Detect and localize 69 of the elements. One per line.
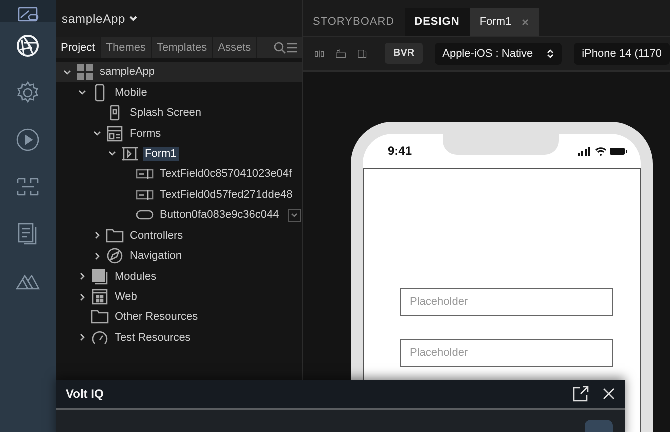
- signal-icon: [578, 146, 592, 156]
- grid-icon: [76, 63, 94, 82]
- grid-window-icon: [92, 289, 108, 306]
- settings-icon[interactable]: [16, 80, 40, 104]
- chevron-down-icon: [78, 88, 86, 98]
- folder-icon: [106, 228, 124, 243]
- status-time: 9:41: [388, 144, 412, 158]
- close-icon: [522, 18, 529, 26]
- search-icon: [274, 42, 286, 54]
- chevron-down-icon: [92, 129, 102, 138]
- tree-item[interactable]: Forms: [128, 126, 164, 141]
- chevron-right-icon: [92, 231, 102, 240]
- tree-item[interactable]: Test Resources: [113, 330, 193, 345]
- form-list-icon: [107, 126, 123, 142]
- editor-tab[interactable]: DESIGN: [404, 8, 470, 36]
- project-name[interactable]: sampleApp: [62, 12, 126, 26]
- play-icon[interactable]: [16, 128, 40, 152]
- compass-icon: [107, 248, 123, 264]
- panel-tab[interactable]: Project: [56, 37, 102, 58]
- menu-icon: [286, 42, 298, 54]
- dropdown-toggle[interactable]: [288, 208, 302, 222]
- folder-icon: [91, 310, 109, 324]
- chevron-down-icon: [291, 212, 298, 218]
- bvr-button[interactable]: BVR: [385, 43, 423, 64]
- up-down-chevron-icon: [547, 48, 554, 58]
- close-icon: [603, 388, 615, 400]
- aperture-icon[interactable]: [16, 34, 40, 58]
- chevron-right-icon: [78, 272, 86, 282]
- chevron-down-icon: [108, 149, 116, 158]
- tree-item[interactable]: sampleApp: [98, 65, 158, 80]
- platform-dropdown[interactable]: Apple-iOS : Native: [434, 42, 562, 64]
- device-dropdown[interactable]: iPhone 14 (1170: [574, 42, 670, 64]
- chevron-down-icon: [62, 68, 72, 77]
- editor-tab[interactable]: STORYBOARD: [303, 8, 405, 36]
- tree-item[interactable]: Navigation: [128, 249, 184, 264]
- tree-item[interactable]: Splash Screen: [128, 106, 204, 120]
- logo-icon: [16, 7, 40, 22]
- panel-tab[interactable]: Assets: [213, 37, 258, 58]
- chevron-right-icon: [92, 252, 102, 261]
- panel-tab[interactable]: Templates: [152, 37, 214, 58]
- text-field-icon: [136, 168, 154, 180]
- button-shape-icon: [136, 210, 154, 220]
- module-icon: [91, 268, 109, 286]
- tree-item[interactable]: TextField0c857041023e04f: [158, 167, 294, 182]
- tree-item[interactable]: Modules: [113, 270, 159, 284]
- gauge-icon: [91, 328, 109, 347]
- tree-item[interactable]: Button0fa083e9c36c044: [158, 208, 282, 222]
- tree-item[interactable]: Other Resources: [113, 310, 200, 324]
- file-tab[interactable]: Form1: [470, 8, 539, 36]
- phone-icon: [94, 84, 106, 102]
- tree-item[interactable]: Mobile: [113, 86, 150, 100]
- chevron-right-icon: [78, 292, 86, 302]
- panel-title: Volt IQ: [66, 387, 104, 401]
- file-tab-label[interactable]: Form1: [480, 16, 512, 28]
- chevron-down-icon: [128, 14, 138, 23]
- tree-item[interactable]: TextField0d57fed271dde48: [158, 188, 295, 202]
- external-link-icon: [573, 386, 589, 402]
- phone-icon: [109, 105, 121, 122]
- text-input[interactable]: Placeholder: [400, 288, 613, 316]
- tree-item[interactable]: Controllers: [128, 228, 186, 243]
- panel-tab[interactable]: Themes: [101, 37, 152, 58]
- battery-icon: [610, 146, 628, 156]
- text-field-icon: [136, 188, 154, 201]
- form-icon: [122, 146, 138, 162]
- text-input[interactable]: Placeholder: [400, 339, 613, 367]
- tree-item[interactable]: Web: [113, 290, 140, 304]
- chevron-right-icon: [78, 333, 86, 342]
- wifi-icon: [595, 146, 607, 156]
- tree-item[interactable]: Form1: [143, 146, 179, 161]
